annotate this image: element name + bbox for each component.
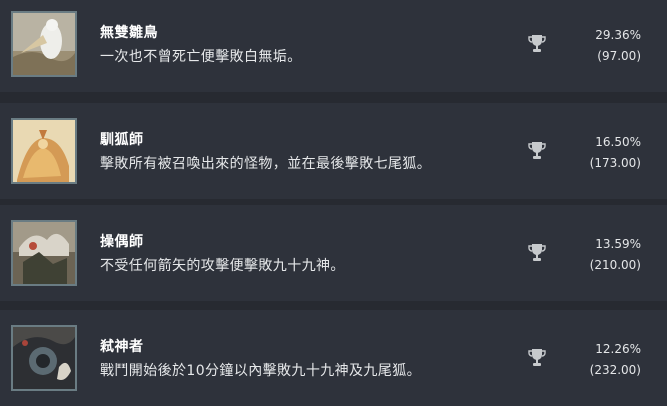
achievement-row[interactable]: 馴狐師 擊敗所有被召喚出來的怪物，並在最後擊敗七尾狐。 16.50% (173.… [0,103,667,199]
achievement-row[interactable]: 弒神者 戰鬥開始後於10分鐘以內擊敗九十九神及九尾狐。 12.26% (232.… [0,310,667,406]
achievement-thumbnail [11,325,77,391]
achievement-description: 不受任何箭矢的攻擊便擊敗九十九神。 [100,258,345,274]
trophy-icon [528,349,546,366]
achievement-points: (97.00) [597,49,641,63]
achievement-title: 無雙雛鳥 [100,25,158,41]
achievement-thumbnail [11,11,77,77]
trophy-icon [528,35,546,52]
unlock-percentage: 12.26% [595,342,641,356]
unlock-percentage: 13.59% [595,237,641,251]
achievement-points: (210.00) [589,258,641,272]
trophy-icon [528,142,546,159]
achievement-thumbnail [11,220,77,286]
achievement-title: 弒神者 [100,339,144,355]
achievement-list: 無雙雛鳥 一次也不曾死亡便擊敗白無垢。 29.36% (97.00) 馴狐師 擊… [0,0,667,406]
achievement-title: 馴狐師 [100,132,144,148]
achievement-description: 戰鬥開始後於10分鐘以內擊敗九十九神及九尾狐。 [100,363,422,379]
achievement-title: 操偶師 [100,234,144,250]
trophy-icon [528,244,546,261]
unlock-percentage: 16.50% [595,135,641,149]
achievement-description: 擊敗所有被召喚出來的怪物，並在最後擊敗七尾狐。 [100,156,432,172]
achievement-points: (173.00) [589,156,641,170]
achievement-row[interactable]: 操偶師 不受任何箭矢的攻擊便擊敗九十九神。 13.59% (210.00) [0,205,667,301]
achievement-description: 一次也不曾死亡便擊敗白無垢。 [100,49,302,65]
achievement-thumbnail [11,118,77,184]
achievement-points: (232.00) [589,363,641,377]
achievement-row[interactable]: 無雙雛鳥 一次也不曾死亡便擊敗白無垢。 29.36% (97.00) [0,0,667,92]
unlock-percentage: 29.36% [595,28,641,42]
